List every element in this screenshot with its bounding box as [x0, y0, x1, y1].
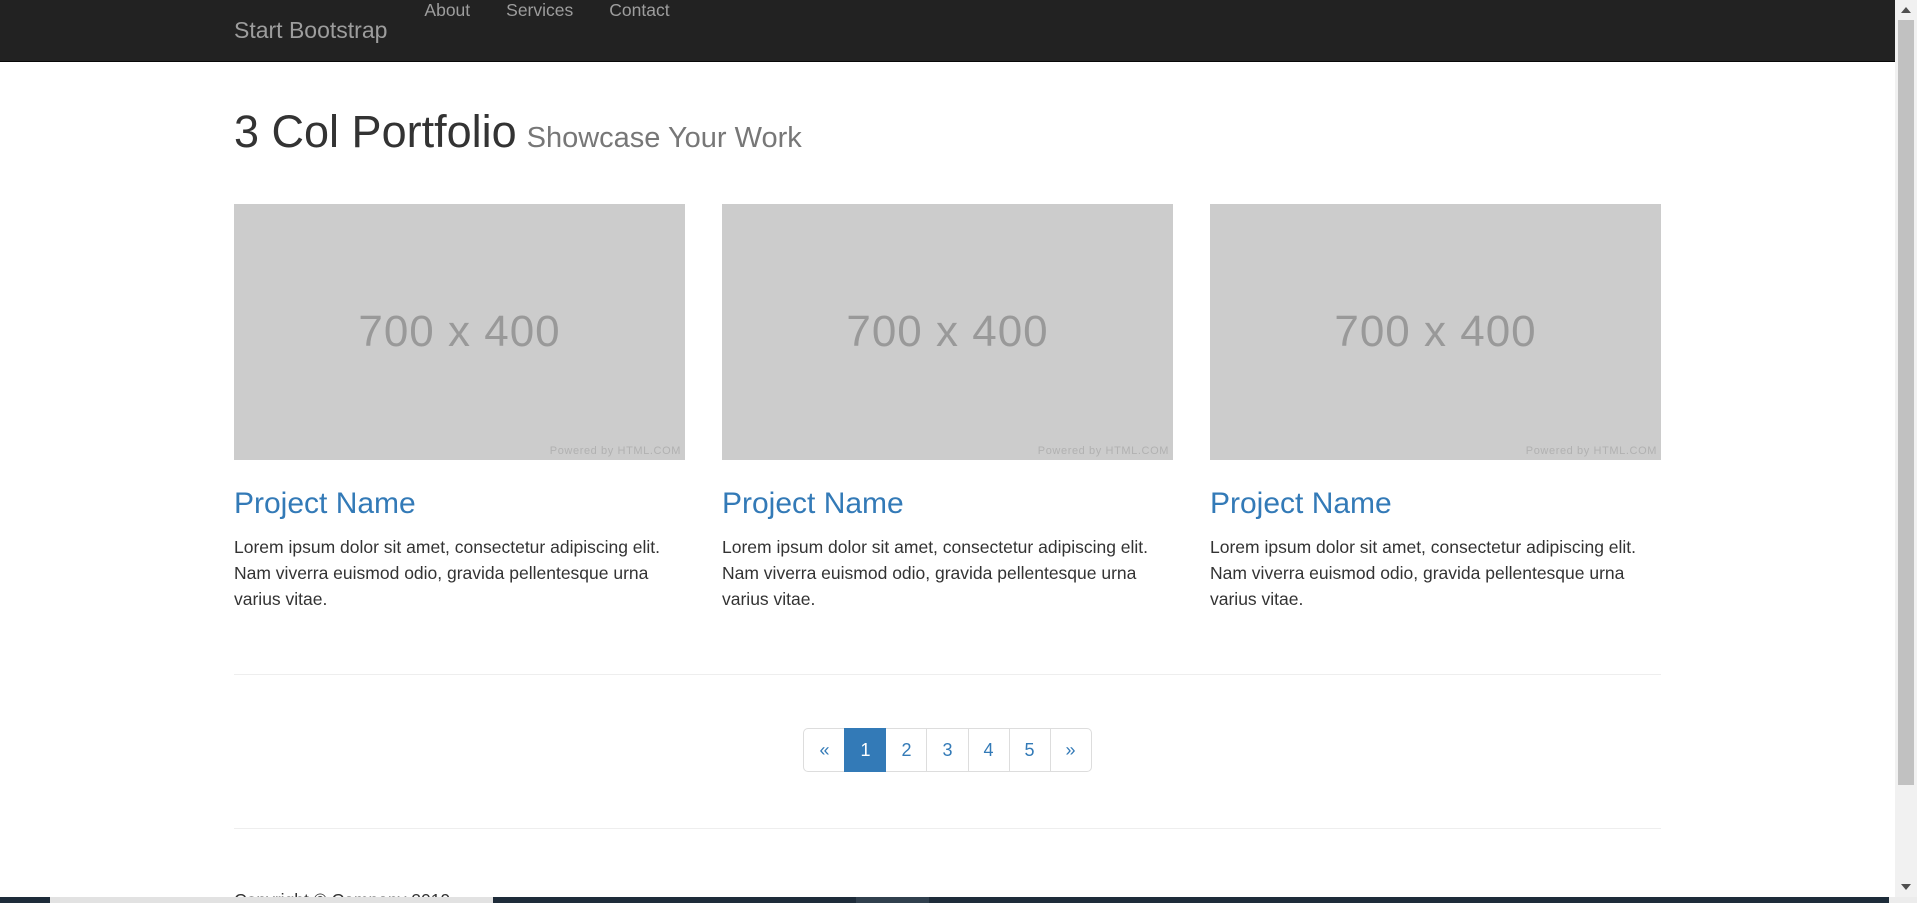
page-title-row: 3 Col Portfolio Showcase Your Work: [234, 106, 1661, 164]
scrollbar-corner: [1889, 897, 1917, 903]
placeholder-watermark: Powered by HTML.COM: [1038, 445, 1169, 457]
project-title-link[interactable]: Project Name: [234, 487, 416, 520]
project-title-heading: Project Name: [1210, 487, 1661, 520]
pagination: « 1 2 3 4 5 »: [803, 728, 1091, 772]
pagination-wrap: « 1 2 3 4 5 »: [234, 728, 1661, 772]
placeholder-dimensions-text: 700 x 400: [1334, 307, 1536, 357]
pagination-page-1: 1: [845, 728, 886, 772]
pagination-page-4-link[interactable]: 4: [968, 728, 1010, 772]
navbar-links: About Services Contact: [406, 0, 687, 61]
project-description: Lorem ipsum dolor sit amet, consectetur …: [234, 534, 685, 612]
divider-above-pagination: [234, 674, 1661, 675]
taskbar-sliver: [0, 897, 1917, 903]
project-image-link[interactable]: 700 x 400 Powered by HTML.COM: [234, 204, 685, 460]
project-description: Lorem ipsum dolor sit amet, consectetur …: [722, 534, 1173, 612]
pagination-page-5-link[interactable]: 5: [1009, 728, 1051, 772]
pagination-page-2-link[interactable]: 2: [885, 728, 927, 772]
scrollbar-up-button[interactable]: [1895, 0, 1917, 20]
taskbar-search-segment: [50, 897, 493, 903]
project-image-link[interactable]: 700 x 400 Powered by HTML.COM: [1210, 204, 1661, 460]
navbar-inner: Start Bootstrap About Services Contact: [234, 0, 1661, 61]
page-title: 3 Col Portfolio: [234, 106, 517, 157]
portfolio-row: 700 x 400 Powered by HTML.COM Project Na…: [234, 204, 1661, 612]
page-subtitle: Showcase Your Work: [527, 122, 802, 154]
page-content: Start Bootstrap About Services Contact 3…: [0, 0, 1895, 903]
pagination-page-3-link[interactable]: 3: [926, 728, 968, 772]
page-header: 3 Col Portfolio Showcase Your Work: [234, 106, 1661, 164]
pagination-next: »: [1051, 728, 1092, 772]
main-container: 3 Col Portfolio Showcase Your Work 700 x …: [234, 106, 1661, 903]
vertical-scrollbar[interactable]: [1895, 0, 1917, 903]
taskbar-start-segment: [0, 897, 50, 903]
scrollbar-thumb[interactable]: [1898, 20, 1914, 785]
pagination-prev: «: [803, 728, 845, 772]
project-title-link[interactable]: Project Name: [1210, 487, 1392, 520]
pagination-page-4: 4: [969, 728, 1010, 772]
pagination-page-2: 2: [886, 728, 927, 772]
taskbar-main-segment: [493, 897, 1889, 903]
divider-above-footer: [234, 828, 1661, 829]
project-title-link[interactable]: Project Name: [722, 487, 904, 520]
navbar-brand[interactable]: Start Bootstrap: [234, 17, 387, 44]
project-card: 700 x 400 Powered by HTML.COM Project Na…: [1210, 204, 1661, 612]
scroll-down-arrow-icon: [1901, 884, 1911, 890]
project-card: 700 x 400 Powered by HTML.COM Project Na…: [234, 204, 685, 612]
project-title-heading: Project Name: [722, 487, 1173, 520]
navbar: Start Bootstrap About Services Contact: [0, 0, 1895, 62]
placeholder-watermark: Powered by HTML.COM: [1526, 445, 1657, 457]
pagination-page-3: 3: [927, 728, 968, 772]
pagination-prev-link[interactable]: «: [803, 728, 845, 772]
browser-viewport: Start Bootstrap About Services Contact 3…: [0, 0, 1917, 903]
placeholder-dimensions-text: 700 x 400: [846, 307, 1048, 357]
project-image-link[interactable]: 700 x 400 Powered by HTML.COM: [722, 204, 1173, 460]
nav-item-services[interactable]: Services: [488, 0, 591, 21]
scrollbar-down-button[interactable]: [1895, 877, 1917, 897]
nav-item-contact[interactable]: Contact: [591, 0, 687, 21]
project-title-heading: Project Name: [234, 487, 685, 520]
project-description: Lorem ipsum dolor sit amet, consectetur …: [1210, 534, 1661, 612]
nav-item-about[interactable]: About: [406, 0, 488, 21]
pagination-page-1-link[interactable]: 1: [844, 728, 886, 772]
scroll-up-arrow-icon: [1901, 7, 1911, 13]
placeholder-dimensions-text: 700 x 400: [358, 307, 560, 357]
pagination-page-5: 5: [1010, 728, 1051, 772]
project-card: 700 x 400 Powered by HTML.COM Project Na…: [722, 204, 1173, 612]
pagination-next-link[interactable]: »: [1050, 728, 1092, 772]
placeholder-watermark: Powered by HTML.COM: [550, 445, 681, 457]
taskbar-app-highlight: [856, 897, 929, 903]
